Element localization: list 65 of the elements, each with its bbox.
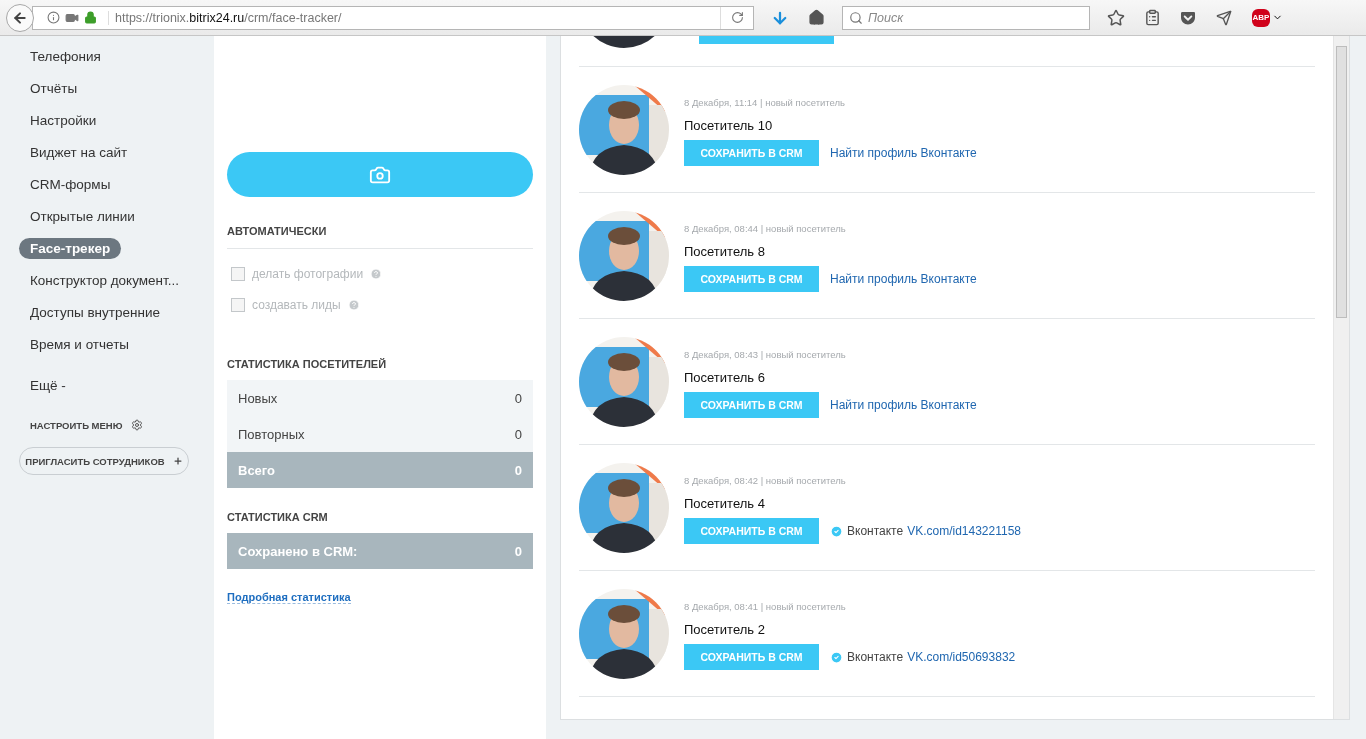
checkbox[interactable]	[231, 266, 245, 281]
checkbox[interactable]	[231, 297, 245, 312]
option-label: создавать лиды	[252, 297, 341, 312]
plus-icon	[172, 456, 183, 466]
stat-value: 0	[514, 426, 522, 442]
back-button[interactable]	[6, 3, 34, 32]
find-profile-link[interactable]: Найти профиль Вконтакте	[830, 398, 977, 412]
visitor-name: Посетитель 8	[684, 244, 766, 259]
scrollbar[interactable]	[1333, 36, 1349, 719]
adblock-button[interactable]: ABP	[1252, 8, 1270, 27]
sidebar-item[interactable]: Открытые линии	[19, 205, 146, 227]
visitor-name: Посетитель 6	[684, 370, 766, 385]
stat-label: Всего	[238, 462, 276, 478]
reading-list-icon[interactable]	[1143, 9, 1161, 26]
home-icon[interactable]	[807, 9, 825, 26]
settings-icon[interactable]	[130, 419, 143, 431]
visitor-name: Посетитель 4	[684, 496, 766, 511]
visitor-name: Посетитель 2	[684, 622, 766, 637]
stat-value: 0	[514, 462, 522, 478]
stat-label: Повторных	[238, 426, 305, 442]
find-profile-link[interactable]: Найти профиль Вконтакте	[830, 146, 977, 160]
sidebar-item[interactable]: Виджет на сайт	[19, 141, 139, 163]
stat-label: Сохранено в CRM:	[238, 543, 358, 559]
sidebar-item[interactable]: Отчёты	[19, 77, 89, 99]
star-icon[interactable]	[1107, 8, 1125, 27]
info-icon[interactable]	[47, 11, 60, 24]
verified-icon	[830, 650, 843, 664]
address-field[interactable]: https://trionix.bitrix24.ru/crm/face-tracker/	[32, 5, 754, 30]
stat-value: 0	[514, 390, 522, 406]
more-menu-item[interactable]: Ещё -	[19, 360, 214, 393]
profile-label: Вконтакте	[847, 650, 904, 664]
visit-time: 8 Декабря, 08:42 | новый посетитель	[684, 475, 847, 486]
find-profile-link[interactable]: Найти профиль Вконтакте	[830, 272, 977, 286]
sidebar-item[interactable]: Конструктор документ...	[19, 269, 190, 291]
profile-link[interactable]: VK.com/id50693832	[907, 650, 1016, 664]
sidebar-item[interactable]: Face-трекер	[19, 237, 122, 259]
configure-menu-link[interactable]: НАСТРОИТЬ МЕНЮ	[30, 419, 123, 431]
back-icon	[12, 9, 28, 26]
search-field[interactable]: Поиск	[842, 5, 1090, 30]
send-icon[interactable]	[1216, 9, 1232, 26]
option-label: делать фотографии	[252, 266, 364, 281]
profile-link[interactable]: VK.com/id143221158	[907, 524, 1021, 538]
verified-icon	[830, 524, 843, 538]
visit-time: 8 Декабря, 11:14 | новый посетитель	[684, 97, 846, 108]
section-heading: АВТОМАТИЧЕСКИ	[227, 225, 533, 249]
visitor-name: Посетитель 10	[684, 118, 774, 133]
reload-icon	[730, 11, 744, 24]
pocket-icon[interactable]	[1180, 9, 1196, 26]
scroll-thumb[interactable]	[1336, 46, 1347, 318]
visit-time: 8 Декабря, 08:43 | новый посетитель	[684, 349, 847, 360]
search-icon	[849, 10, 863, 25]
sidebar-item[interactable]: CRM-формы	[19, 173, 122, 195]
sidebar-item[interactable]: Время и отчеты	[19, 333, 141, 355]
sidebar-item[interactable]: Телефония	[19, 45, 112, 67]
visit-time: 8 Декабря, 08:41 | новый посетитель	[684, 601, 847, 612]
stat-label: Новых	[238, 390, 278, 406]
section-heading: СТАТИСТИКА ПОСЕТИТЕЛЕЙ	[227, 358, 388, 372]
sidebar-item[interactable]: Доступы внутренние	[19, 301, 171, 323]
profile-label: Вконтакте	[847, 524, 904, 538]
stat-value: 0	[514, 543, 522, 559]
visit-time: 8 Декабря, 08:44 | новый посетитель	[684, 223, 847, 234]
lock-icon	[84, 11, 97, 24]
section-heading: СТАТИСТИКА CRM	[227, 511, 329, 525]
sidebar-item[interactable]: Настройки	[19, 109, 108, 131]
detailed-stats-link[interactable]: Подробная статистика	[227, 591, 351, 604]
